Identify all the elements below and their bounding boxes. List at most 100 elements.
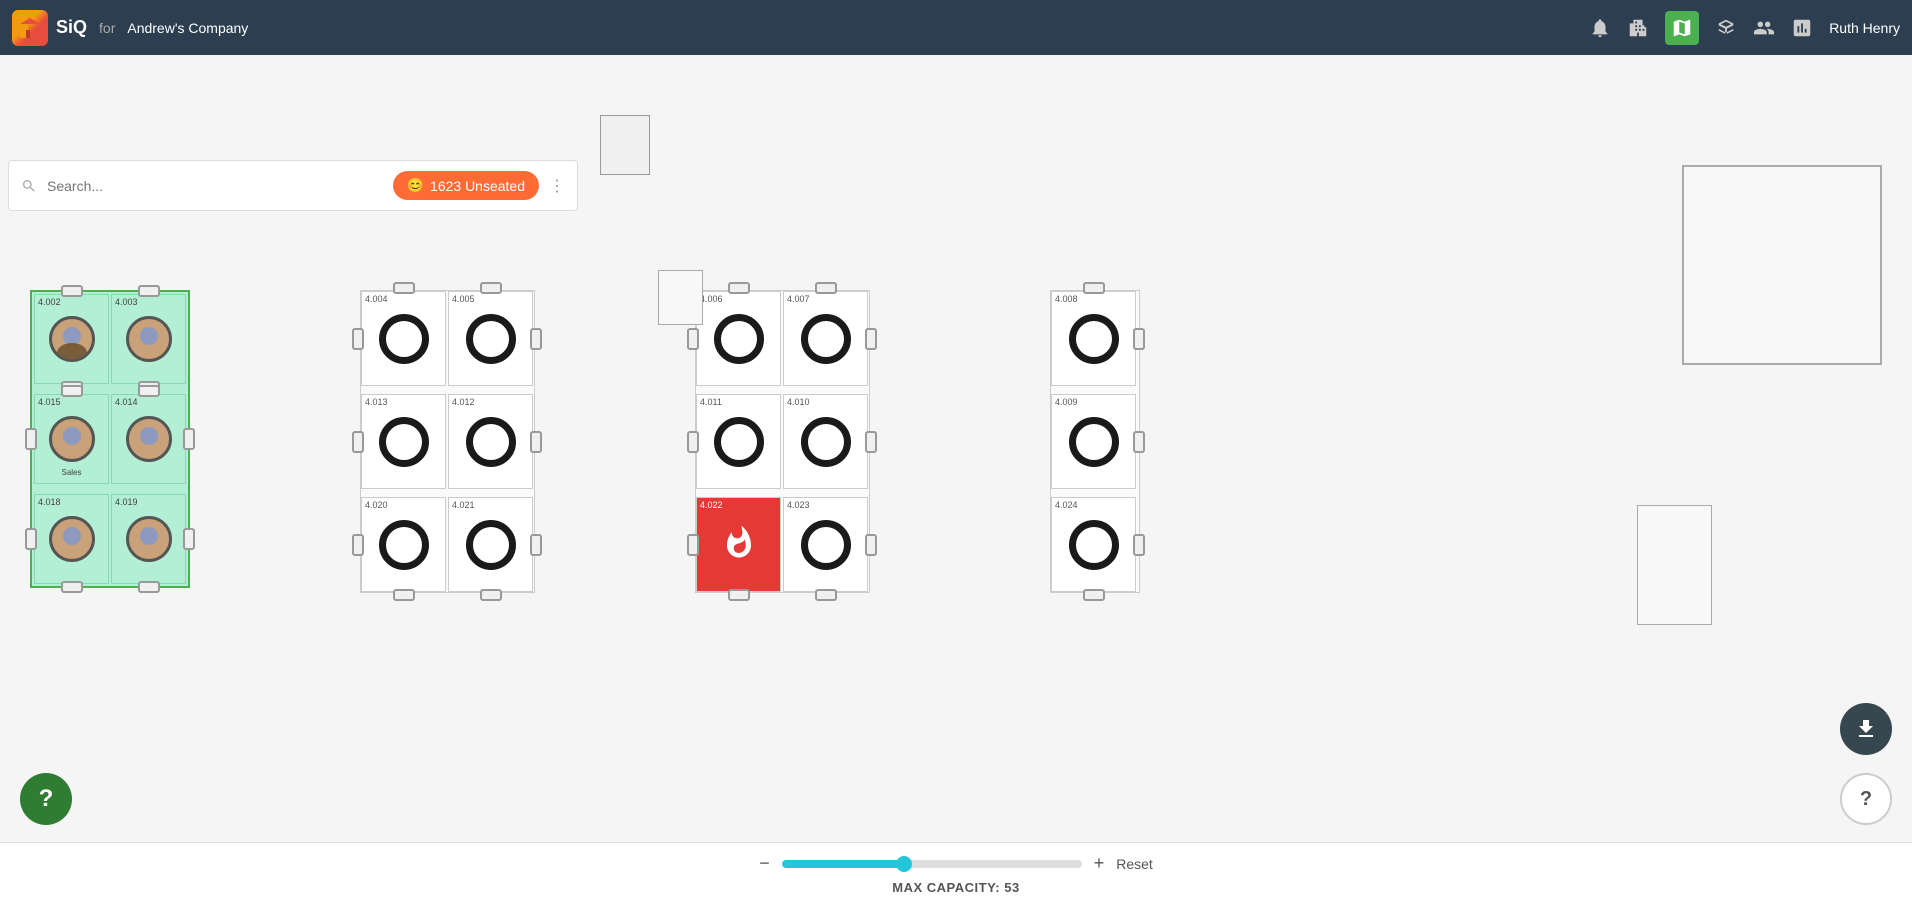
desk-4012[interactable]: 4.012 <box>448 394 533 489</box>
chair <box>352 534 364 556</box>
desk-4007[interactable]: 4.007 <box>783 291 868 386</box>
desk-4002[interactable]: 4.002 <box>34 294 109 384</box>
search-panel: 😊 1623 Unseated ⋮ <box>8 160 578 211</box>
desk-4014[interactable]: 4.014 <box>111 394 186 484</box>
chair <box>687 431 699 453</box>
desk-4010[interactable]: 4.010 <box>783 394 868 489</box>
help-button-right[interactable]: ? <box>1840 773 1892 825</box>
top-navigation: SiQ for Andrew's Company Ruth Henry <box>0 0 1912 55</box>
desk-4015[interactable]: 4.015 Sales <box>34 394 109 484</box>
desk-4006-label: 4.006 <box>700 294 723 304</box>
desk-4018-label: 4.018 <box>38 497 61 507</box>
chair <box>1083 282 1105 294</box>
desk-4011[interactable]: 4.011 <box>696 394 781 489</box>
desk-4018[interactable]: 4.018 <box>34 494 109 584</box>
buildings-icon[interactable] <box>1627 17 1649 39</box>
desk-4023[interactable]: 4.023 <box>783 497 868 592</box>
desk-4003[interactable]: 4.003 <box>111 294 186 384</box>
help-left-icon: ? <box>39 785 54 813</box>
empty-desk-circle-4023 <box>801 520 851 570</box>
empty-desk-circle-4010 <box>801 417 851 467</box>
desk-4008-label: 4.008 <box>1055 294 1078 304</box>
chair <box>393 282 415 294</box>
empty-desk-circle-4024 <box>1069 520 1119 570</box>
chair <box>865 431 877 453</box>
chair-bottom <box>138 581 160 593</box>
chair <box>480 282 502 294</box>
desk-4015-label: 4.015 <box>38 397 61 407</box>
max-capacity-label: MAX CAPACITY: 53 <box>892 880 1019 895</box>
desk-4013-label: 4.013 <box>365 397 388 407</box>
chair-right <box>183 428 195 450</box>
capacity-slider[interactable] <box>782 860 1082 868</box>
desk-4009[interactable]: 4.009 <box>1051 394 1136 489</box>
download-button[interactable] <box>1840 703 1892 755</box>
desk-4020[interactable]: 4.020 <box>361 497 446 592</box>
chair <box>815 282 837 294</box>
empty-desk-circle-4020 <box>379 520 429 570</box>
help-right-icon: ? <box>1860 788 1872 811</box>
desk-4013[interactable]: 4.013 <box>361 394 446 489</box>
person-avatar-4015 <box>49 416 95 462</box>
desk-4005[interactable]: 4.005 <box>448 291 533 386</box>
chair-left <box>25 428 37 450</box>
desk-4009-label: 4.009 <box>1055 397 1078 407</box>
chair <box>530 534 542 556</box>
chair <box>1133 534 1145 556</box>
map-active-icon[interactable] <box>1665 11 1699 45</box>
chair <box>530 431 542 453</box>
cube-icon[interactable] <box>1715 17 1737 39</box>
unseated-button[interactable]: 😊 1623 Unseated <box>393 171 539 200</box>
chair <box>728 282 750 294</box>
slider-thumb <box>896 856 912 872</box>
desk-4021[interactable]: 4.021 <box>448 497 533 592</box>
more-options-icon[interactable]: ⋮ <box>549 176 565 196</box>
desk-4022[interactable]: 4.022 <box>696 497 781 592</box>
help-button-left[interactable]: ? <box>20 773 72 825</box>
desk-4012-label: 4.012 <box>452 397 475 407</box>
chair <box>1133 431 1145 453</box>
search-input[interactable] <box>47 178 383 194</box>
top-nav-right: Ruth Henry <box>1589 11 1900 45</box>
user-name[interactable]: Ruth Henry <box>1829 20 1900 36</box>
sales-label: Sales <box>61 468 81 477</box>
chair-top <box>138 285 160 297</box>
empty-desk-circle-4011 <box>714 417 764 467</box>
desk-4010-label: 4.010 <box>787 397 810 407</box>
chair-left <box>25 528 37 550</box>
desk-4004-label: 4.004 <box>365 294 388 304</box>
chair <box>352 431 364 453</box>
empty-desk-circle-4006 <box>714 314 764 364</box>
chair <box>1083 589 1105 601</box>
desk-4024-label: 4.024 <box>1055 500 1078 510</box>
people-icon[interactable] <box>1753 17 1775 39</box>
desk-4006[interactable]: 4.006 <box>696 291 781 386</box>
empty-desk-circle-4021 <box>466 520 516 570</box>
empty-desk-circle-4004 <box>379 314 429 364</box>
slider-decrease-button[interactable]: − <box>759 853 770 874</box>
slider-row: − + Reset <box>759 853 1153 874</box>
chair <box>815 589 837 601</box>
small-room <box>600 115 650 175</box>
chair-right <box>183 528 195 550</box>
desk-4019[interactable]: 4.019 <box>111 494 186 584</box>
chair <box>530 328 542 350</box>
desk-4003-label: 4.003 <box>115 297 138 307</box>
chair <box>687 328 699 350</box>
desk-4008[interactable]: 4.008 <box>1051 291 1136 386</box>
desk-4024[interactable]: 4.024 <box>1051 497 1136 592</box>
reset-button[interactable]: Reset <box>1116 856 1153 872</box>
chair-bottom <box>61 581 83 593</box>
slider-increase-button[interactable]: + <box>1094 853 1105 874</box>
app-for-label: for <box>99 20 115 36</box>
desk-4004[interactable]: 4.004 <box>361 291 446 386</box>
empty-desk-circle-4008 <box>1069 314 1119 364</box>
alert-icon[interactable] <box>1589 17 1611 39</box>
chair-top <box>61 385 83 397</box>
desk-cluster-3: 4.006 4.007 4.011 4.010 <box>695 290 870 593</box>
person-avatar-4018 <box>49 516 95 562</box>
room-outline-top-right <box>1682 165 1882 365</box>
analytics-icon[interactable] <box>1791 17 1813 39</box>
desk-cluster-sales: 4.002 4.003 <box>30 290 190 588</box>
desk-4011-label: 4.011 <box>700 397 722 407</box>
